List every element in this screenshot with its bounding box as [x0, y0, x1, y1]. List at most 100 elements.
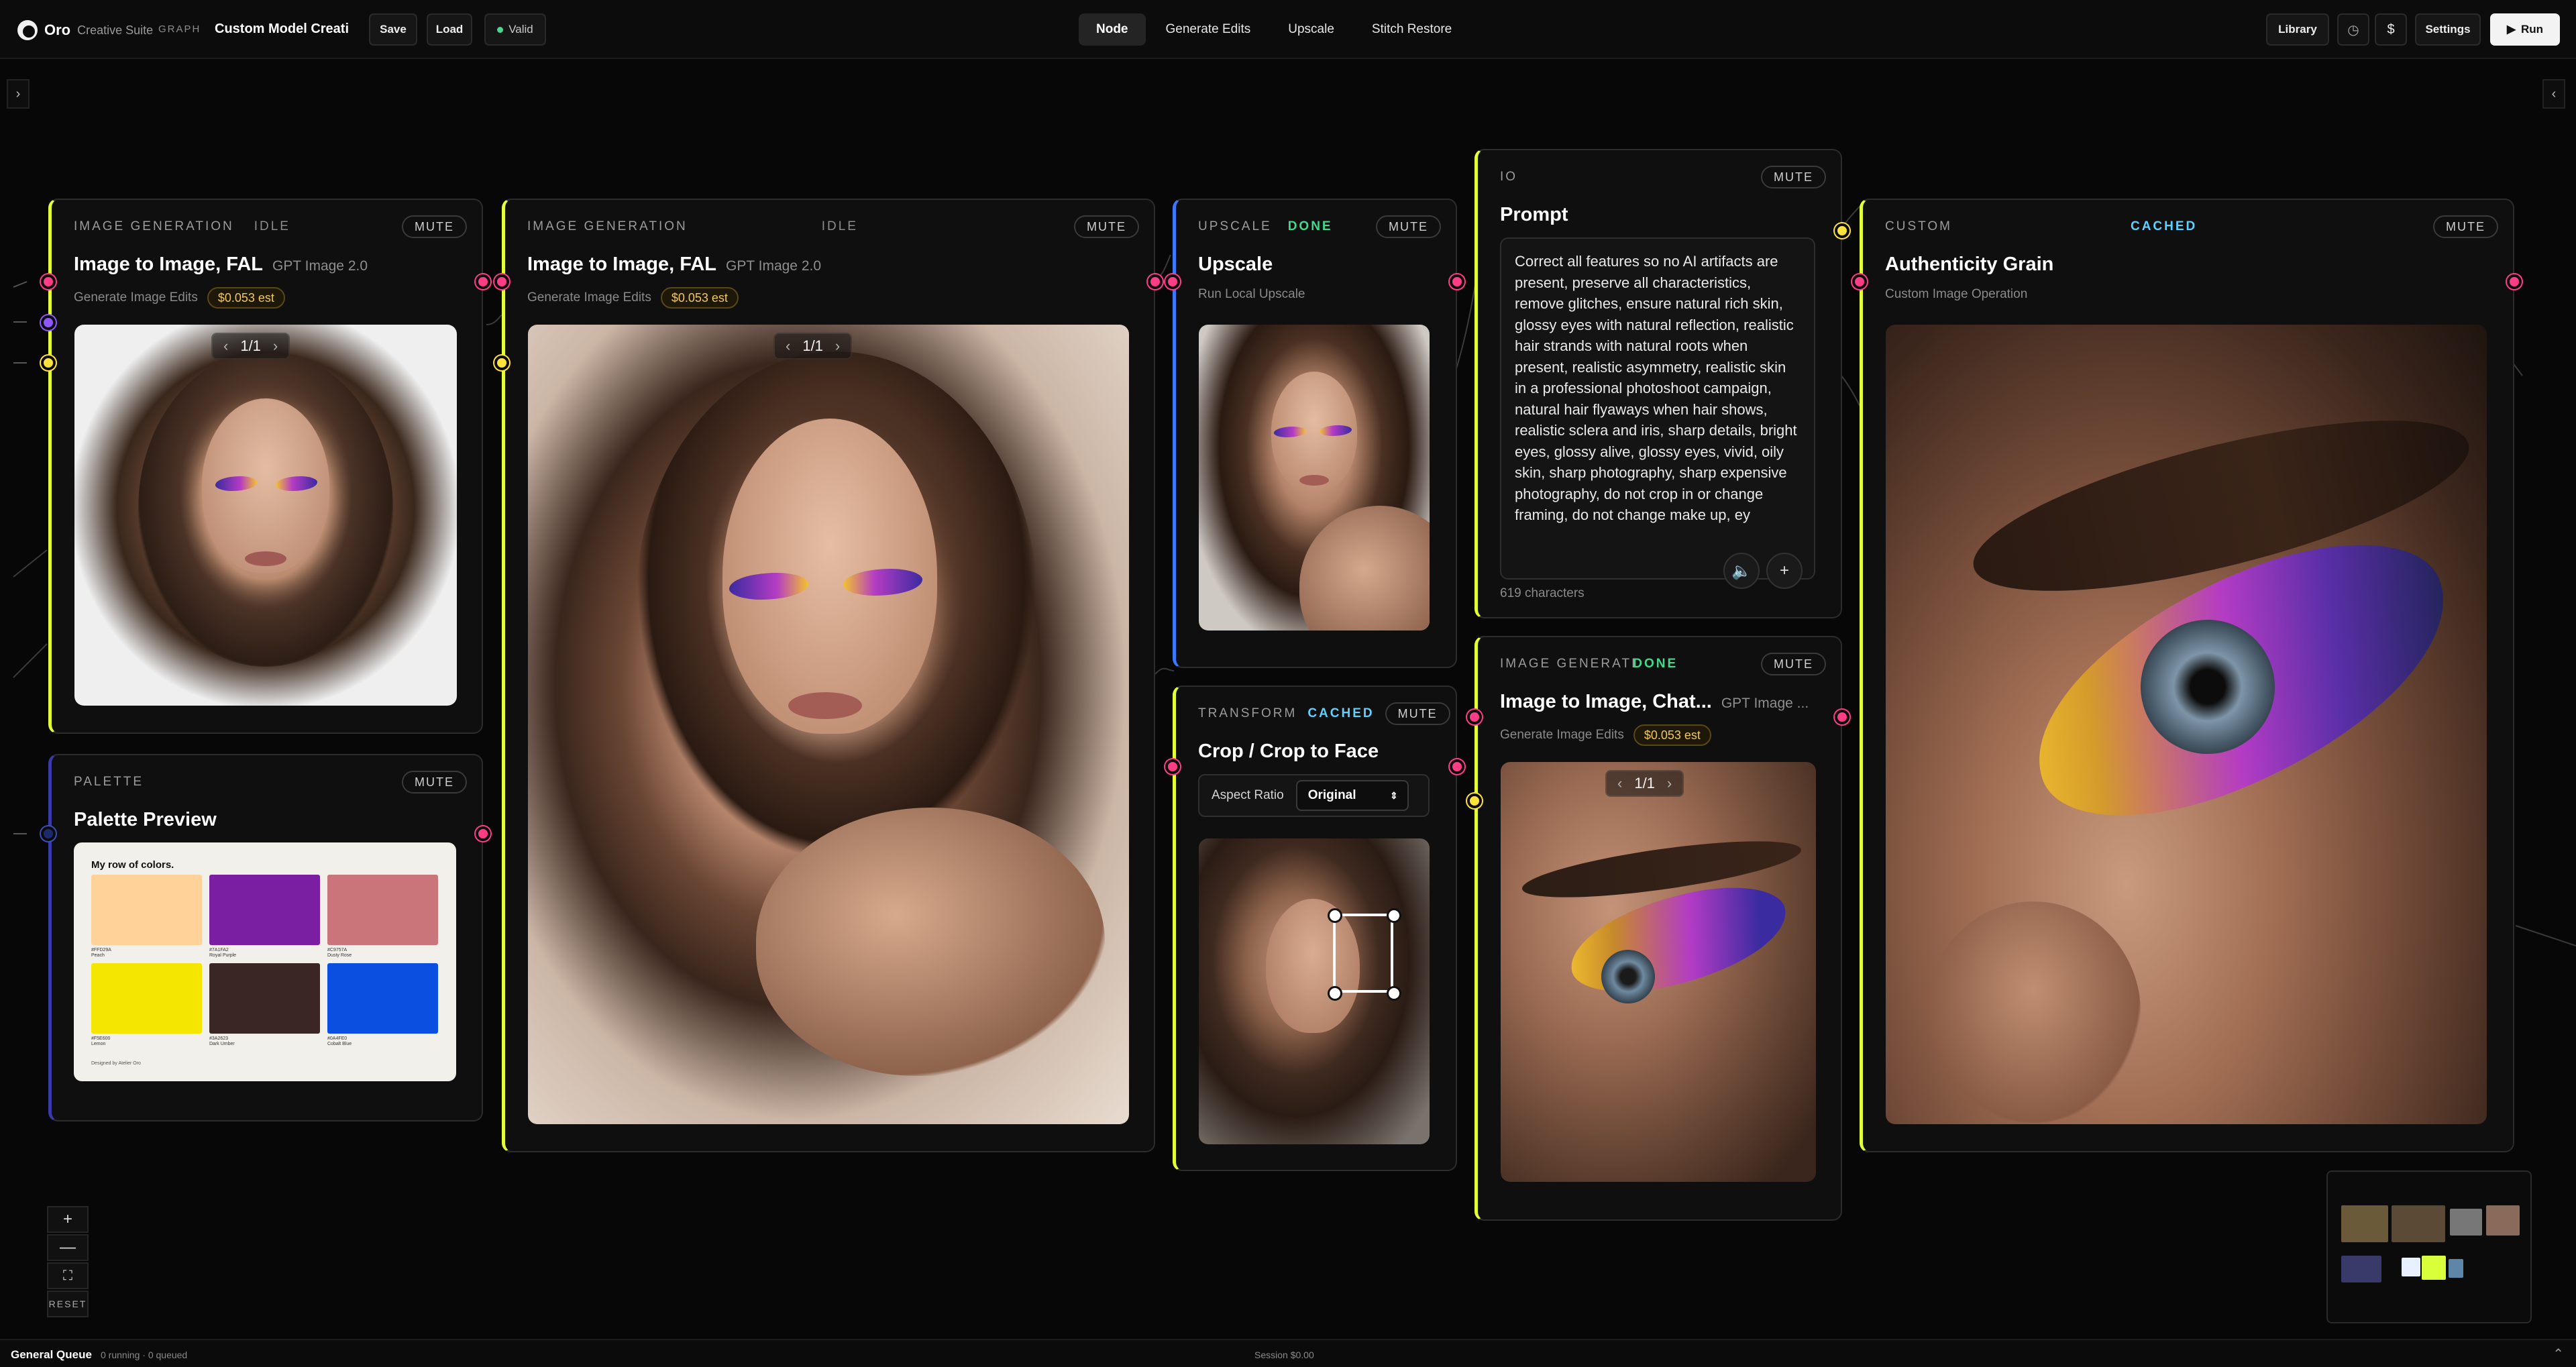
input-port-image[interactable]	[1165, 274, 1180, 289]
input-port-palette[interactable]	[41, 826, 56, 841]
input-port-image[interactable]	[1165, 759, 1180, 774]
node-header: IMAGE GENERATI DONE MUTE	[1500, 652, 1826, 676]
input-port-image[interactable]	[41, 274, 56, 289]
output-image-portrait[interactable]: ‹ 1/1 ›	[528, 325, 1129, 1124]
node-title-text: Image to Image, FAL	[74, 254, 263, 275]
crop-handle-tl[interactable]	[1328, 908, 1342, 923]
prev-chevron-icon[interactable]: ‹	[1617, 775, 1622, 792]
output-port-image[interactable]	[1450, 759, 1464, 774]
mute-button[interactable]: MUTE	[1385, 702, 1450, 725]
queue-title[interactable]: General Queue	[11, 1348, 92, 1362]
node-title: Image to Image, FAL GPT Image 2.0	[74, 254, 368, 276]
node-image-to-image-fal-1[interactable]: IMAGE GENERATION IDLE MUTE Image to Imag…	[48, 199, 483, 734]
node-status: CACHED	[1307, 706, 1375, 720]
input-port-image[interactable]	[494, 274, 509, 289]
swatch-4-label: #F5E600 Lemon	[91, 1036, 111, 1046]
input-port-prompt[interactable]	[41, 356, 56, 370]
output-port-palette[interactable]	[476, 826, 490, 841]
input-port-prompt[interactable]	[494, 356, 509, 370]
aspect-ratio-row: Aspect Ratio Original ⇕	[1198, 774, 1430, 817]
node-subtitle: Run Local Upscale	[1198, 287, 1305, 301]
mute-button[interactable]: MUTE	[1074, 215, 1139, 238]
node-header: CUSTOM CACHED MUTE	[1885, 215, 2498, 239]
output-port-image[interactable]	[476, 274, 490, 289]
node-category: IMAGE GENERATION	[74, 219, 234, 233]
node-image-to-image-fal-2[interactable]: IMAGE GENERATION IDLE MUTE Image to Imag…	[502, 199, 1155, 1152]
mute-button[interactable]: MUTE	[402, 215, 467, 238]
next-chevron-icon[interactable]: ›	[273, 337, 278, 355]
crop-handle-tr[interactable]	[1387, 908, 1401, 923]
minimap-node	[2449, 1259, 2463, 1278]
mute-button[interactable]: MUTE	[1761, 166, 1826, 188]
node-authenticity-grain[interactable]: CUSTOM CACHED MUTE Authenticity Grain Cu…	[1860, 199, 2514, 1152]
output-port-image[interactable]	[1148, 274, 1163, 289]
node-image-to-image-chat[interactable]: IMAGE GENERATI DONE MUTE Image to Image,…	[1474, 636, 1842, 1221]
image-pager[interactable]: ‹ 1/1 ›	[211, 333, 290, 360]
crop-handle-bl[interactable]	[1328, 986, 1342, 1001]
node-category: UPSCALE	[1198, 219, 1272, 233]
select-updown-icon: ⇕	[1390, 789, 1398, 801]
mute-button[interactable]: MUTE	[1761, 653, 1826, 675]
output-port-image[interactable]	[1450, 274, 1464, 289]
node-title: Authenticity Grain	[1885, 254, 2054, 275]
image-pager[interactable]: ‹ 1/1 ›	[773, 333, 853, 360]
cost-badge: $0.053 est	[1633, 724, 1711, 746]
node-upscale[interactable]: UPSCALE DONE MUTE Upscale Run Local Upsc…	[1173, 199, 1457, 668]
speaker-icon[interactable]: 🔈	[1723, 553, 1760, 589]
output-image-eye-closeup[interactable]: ‹ 1/1 ›	[1501, 762, 1816, 1182]
pager-count: 1/1	[240, 337, 261, 354]
minimap[interactable]	[2326, 1170, 2532, 1323]
prompt-textarea[interactable]: Correct all features so no AI artifacts …	[1500, 237, 1815, 580]
minimap-node	[2486, 1205, 2520, 1236]
status-bar: General Queue 0 running · 0 queued Sessi…	[0, 1339, 2576, 1367]
swatch-4	[91, 963, 202, 1034]
prev-chevron-icon[interactable]: ‹	[786, 337, 790, 355]
input-port-image[interactable]	[1852, 274, 1867, 289]
next-chevron-icon[interactable]: ›	[835, 337, 840, 355]
output-port-prompt[interactable]	[1835, 223, 1849, 238]
reset-view-button[interactable]: RESET	[47, 1291, 89, 1317]
aspect-ratio-select[interactable]: Original ⇕	[1295, 780, 1409, 811]
input-port-image[interactable]	[1467, 710, 1482, 724]
node-category: PALETTE	[74, 775, 144, 789]
zoom-out-minus-icon[interactable]: —	[47, 1234, 89, 1261]
next-chevron-icon[interactable]: ›	[1667, 775, 1672, 792]
prev-chevron-icon[interactable]: ‹	[223, 337, 228, 355]
output-image-portrait[interactable]	[1199, 325, 1430, 631]
fit-view-icon[interactable]: ⛶	[47, 1262, 89, 1289]
output-port-image[interactable]	[1835, 710, 1849, 724]
node-model: GPT Image 2.0	[272, 258, 368, 274]
node-status: DONE	[1287, 219, 1333, 233]
node-category: IMAGE GENERATION	[527, 219, 688, 233]
palette-footer: Designed by Atelier Oro	[91, 1061, 141, 1066]
expand-chevron-up-icon[interactable]: ⌃	[2553, 1346, 2564, 1362]
output-image-eye-macro[interactable]	[1886, 325, 2487, 1124]
node-header: UPSCALE DONE MUTE	[1198, 215, 1441, 239]
add-plus-icon[interactable]: +	[1766, 553, 1803, 589]
mute-button[interactable]: MUTE	[2433, 215, 2498, 238]
image-pager[interactable]: ‹ 1/1 ›	[1605, 770, 1684, 797]
node-crop-to-face[interactable]: TRANSFORM CACHED MUTE Crop / Crop to Fac…	[1173, 686, 1457, 1171]
crop-handle-br[interactable]	[1387, 986, 1401, 1001]
node-subtitle-row: Generate Image Edits $0.053 est	[74, 287, 285, 309]
node-header: IO MUTE	[1500, 165, 1826, 189]
node-category: TRANSFORM	[1198, 706, 1297, 720]
mute-button[interactable]: MUTE	[402, 771, 467, 794]
queue-status: 0 running · 0 queued	[101, 1350, 188, 1360]
input-port-mask[interactable]	[41, 315, 56, 330]
crop-box[interactable]	[1333, 914, 1393, 993]
node-palette-preview[interactable]: PALETTE MUTE Palette Preview My row of c…	[48, 754, 483, 1122]
crop-preview-image[interactable]	[1199, 838, 1430, 1144]
swatch-1-label: #FFD29A Peach	[91, 948, 111, 958]
node-model: GPT Image ...	[1721, 696, 1809, 711]
node-category: CUSTOM	[1885, 219, 1952, 233]
output-image-portrait[interactable]: ‹ 1/1 ›	[74, 325, 457, 706]
input-port-prompt[interactable]	[1467, 794, 1482, 808]
swatch-3-label: #C9757A Dusty Rose	[327, 948, 352, 958]
output-port-image[interactable]	[2507, 274, 2522, 289]
node-prompt[interactable]: IO MUTE Prompt Correct all features so n…	[1474, 149, 1842, 618]
node-category: IMAGE GENERATI	[1500, 657, 1638, 671]
node-model: GPT Image 2.0	[726, 258, 822, 274]
mute-button[interactable]: MUTE	[1376, 215, 1441, 238]
zoom-in-plus-icon[interactable]: +	[47, 1206, 89, 1233]
